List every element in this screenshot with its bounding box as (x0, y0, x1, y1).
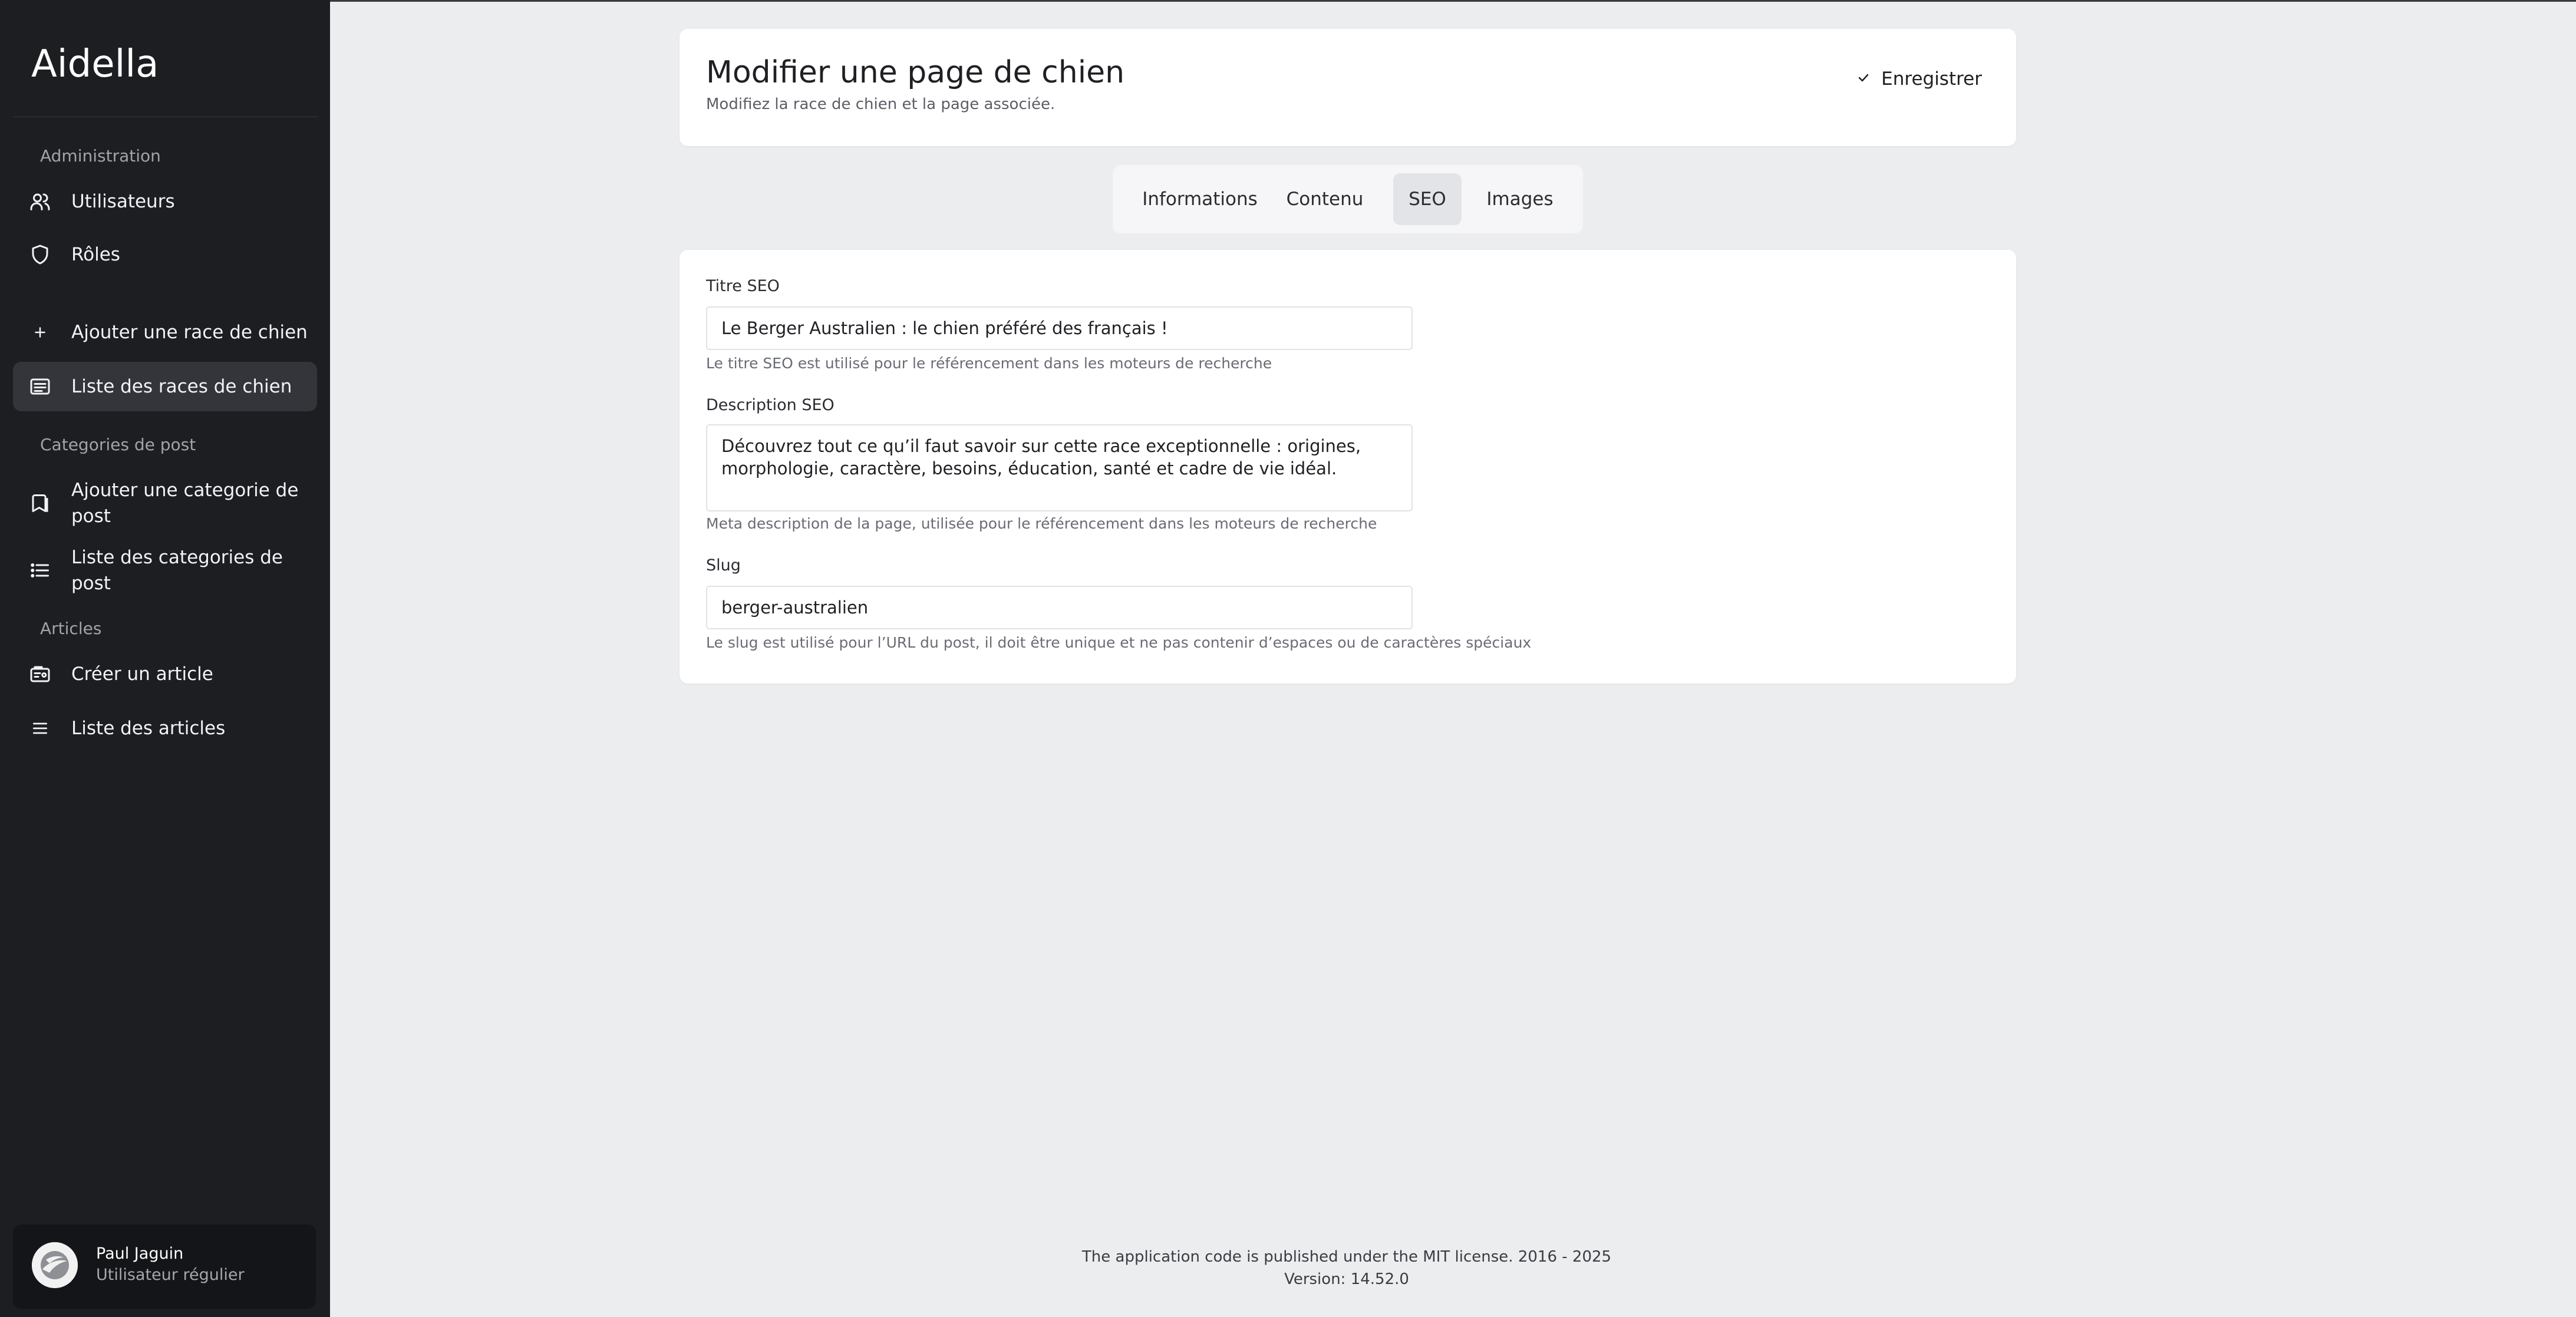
sidebar-item-label: Ajouter une categorie de post (71, 480, 299, 527)
sidebar-item-label: Utilisateurs (71, 191, 175, 212)
tab-contenu[interactable]: Contenu (1282, 173, 1367, 225)
user-name: Paul Jaguin (96, 1245, 184, 1263)
check-icon (1856, 68, 1871, 90)
save-button-label: Enregistrer (1881, 68, 1982, 90)
sidebar-item-add-post-category[interactable]: Ajouter une categorie de post (13, 475, 317, 532)
slug-label: Slug (706, 556, 741, 575)
user-role: Utilisateur régulier (96, 1266, 245, 1284)
sidebar-divider (13, 116, 317, 117)
sidebar-item-article-list[interactable]: Liste des articles (13, 711, 317, 746)
users-icon (29, 191, 51, 212)
seo-title-label: Titre SEO (706, 277, 780, 295)
sidebar-item-create-article[interactable]: Créer un article (13, 656, 317, 692)
list-box-icon (29, 376, 51, 397)
seo-form-card: Titre SEO Le titre SEO est utilisé pour … (680, 250, 2016, 684)
page-title: Modifier une page de chien (706, 55, 1125, 90)
save-button[interactable]: Enregistrer (1856, 64, 1982, 94)
footer-version: Version: 14.52.0 (1284, 1270, 1409, 1288)
sidebar-item-label: Créer un article (71, 664, 213, 685)
sidebar-item-users[interactable]: Utilisateurs (13, 184, 317, 219)
plus-icon (29, 322, 51, 343)
avatar (32, 1242, 78, 1288)
sidebar-item-post-category-list[interactable]: Liste des categories de post (13, 547, 317, 594)
slug-help: Le slug est utilisé pour l’URL du post, … (706, 634, 1532, 651)
top-border (0, 0, 2576, 2)
article-icon (29, 664, 51, 685)
sidebar-item-dog-breed-list[interactable]: Liste des races de chien (13, 362, 317, 411)
section-post-categories: Categories de post (40, 435, 196, 454)
seo-description-label: Description SEO (706, 396, 835, 414)
footer-license: The application code is published under … (1081, 1248, 1612, 1266)
sidebar-item-label: Liste des races de chien (71, 376, 292, 397)
bookmark-icon (29, 493, 51, 514)
tab-informations[interactable]: Informations (1140, 173, 1260, 225)
section-articles: Articles (40, 619, 102, 638)
tab-bar: Informations Contenu SEO Images (1113, 165, 1583, 233)
seo-description-textarea[interactable]: Découvrez tout ce qu’il faut savoir sur … (706, 424, 1413, 511)
tab-images[interactable]: Images (1483, 173, 1557, 225)
sidebar-item-label: Liste des articles (71, 718, 226, 739)
sidebar: Aidella Administration Utilisateurs Rôle… (0, 0, 330, 1317)
shield-icon (29, 244, 51, 265)
section-administration: Administration (40, 146, 161, 166)
slug-input[interactable] (706, 586, 1413, 629)
seo-description-help: Meta description de la page, utilisée po… (706, 515, 1377, 532)
page-subtitle: Modifiez la race de chien et la page ass… (706, 95, 1056, 113)
sidebar-item-add-dog-breed[interactable]: Ajouter une race de chien (13, 315, 317, 350)
seo-title-input[interactable] (706, 306, 1413, 350)
sidebar-item-roles[interactable]: Rôles (13, 237, 317, 272)
page-header-card: Modifier une page de chien Modifiez la r… (680, 29, 2016, 146)
sidebar-item-label: Liste des categories de post (71, 547, 283, 594)
menu-icon (29, 718, 51, 739)
seo-title-help: Le titre SEO est utilisé pour le référen… (706, 355, 1272, 372)
sidebar-item-label: Ajouter une race de chien (71, 322, 308, 343)
user-profile-card[interactable]: Paul Jaguin Utilisateur régulier (13, 1224, 316, 1309)
sidebar-item-label: Rôles (71, 244, 120, 265)
brand-logo[interactable]: Aidella (31, 42, 159, 86)
list-icon (29, 560, 51, 581)
tab-seo[interactable]: SEO (1393, 173, 1462, 225)
